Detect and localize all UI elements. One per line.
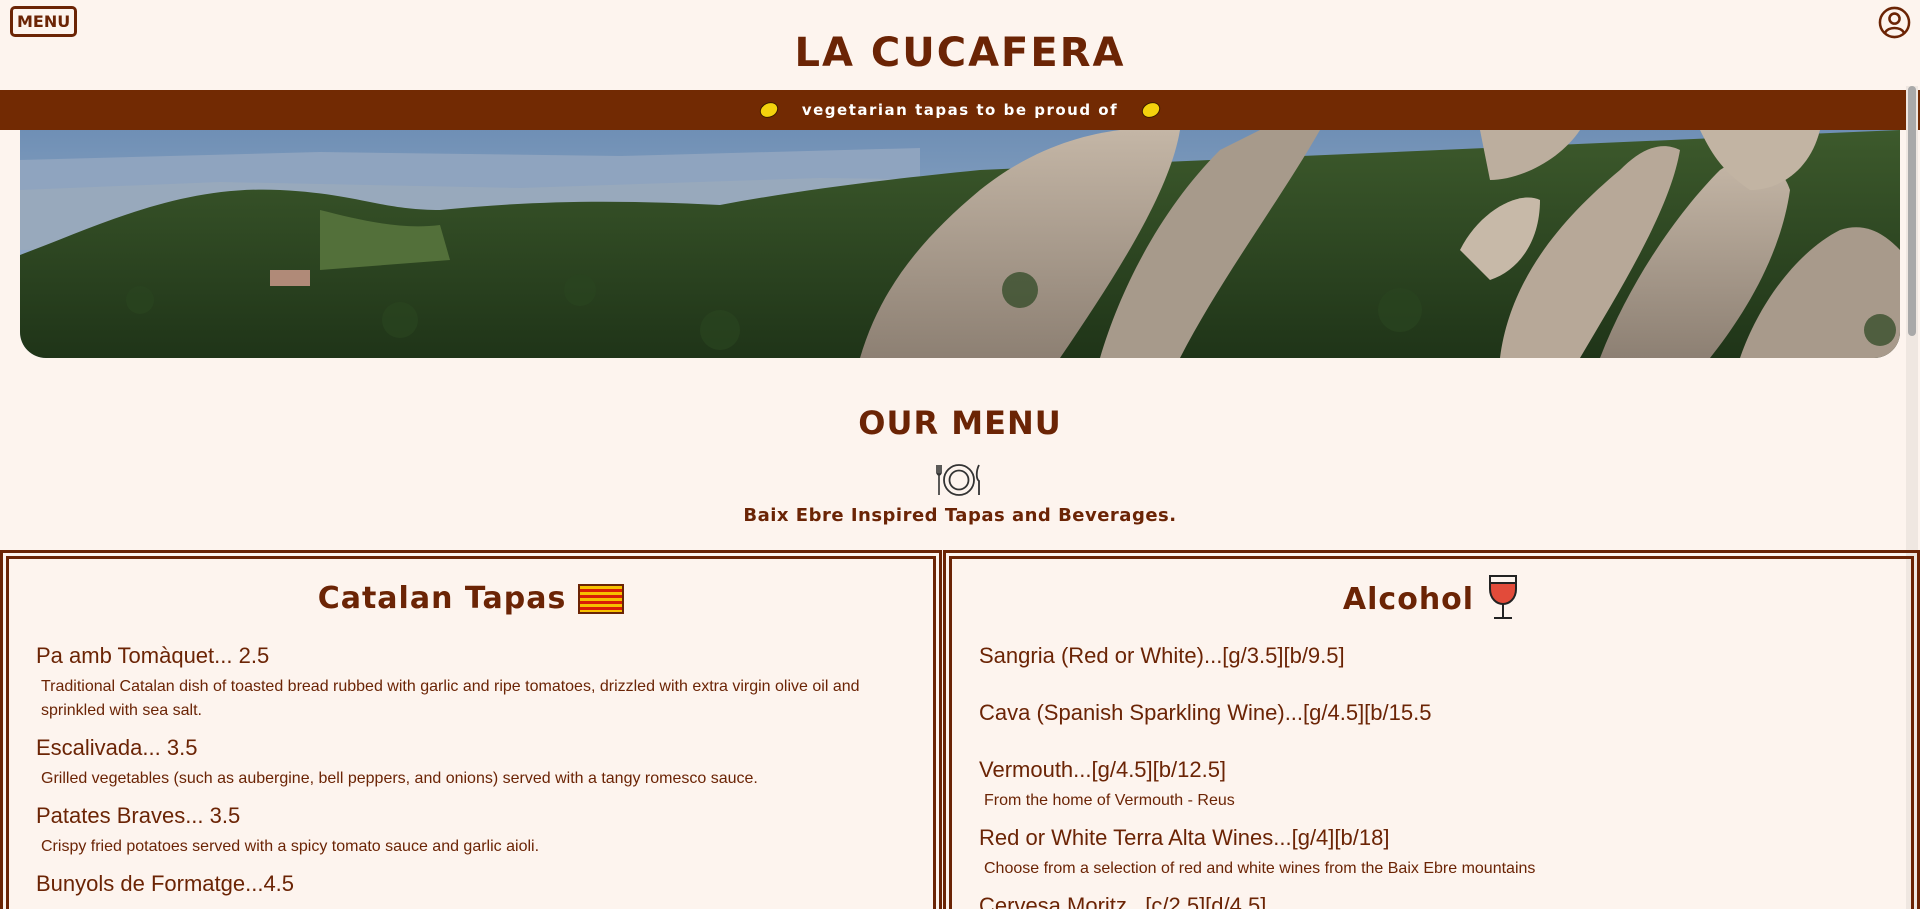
list-item: Vermouth...[g/4.5][b/12.5] From the home… [979, 755, 1871, 813]
tapas-title-text: Catalan Tapas [317, 581, 567, 616]
tagline-text: vegetarian tapas to be proud of [801, 101, 1119, 119]
list-item: Bunyols de Formatge...4.5 [36, 869, 893, 899]
item-name: Bunyols de Formatge...4.5 [36, 871, 295, 896]
user-circle-icon[interactable] [1878, 6, 1911, 39]
hero-image [20, 130, 1900, 358]
tapas-card: Catalan Tapas Pa amb Tomàquet... 2.5 Tra… [0, 550, 942, 909]
alcohol-title-text: Alcohol [1342, 582, 1475, 617]
item-name: Cervesa Moritz...[c/2.5][d/4.5] [979, 893, 1267, 909]
tapas-card-inner: Catalan Tapas Pa amb Tomàquet... 2.5 Tra… [6, 556, 936, 909]
lemon-icon [759, 102, 779, 118]
tagline-banner: vegetarian tapas to be proud of [0, 90, 1920, 130]
item-name: Red or White Terra Alta Wines...[g/4][b/… [979, 825, 1390, 850]
item-name: Patates Braves... 3.5 [36, 803, 241, 828]
item-name: Sangria (Red or White)...[g/3.5][b/9.5] [979, 643, 1345, 668]
catalan-flag-icon [578, 584, 625, 614]
site-title: LA CUCAFERA [794, 30, 1126, 76]
item-name: Vermouth...[g/4.5][b/12.5] [979, 757, 1227, 782]
alcohol-title: Alcohol [952, 575, 1911, 621]
list-item: Escalivada... 3.5 Grilled vegetables (su… [36, 733, 893, 791]
item-name: Pa amb Tomàquet... 2.5 [36, 643, 270, 668]
wine-glass-icon [1489, 575, 1518, 619]
list-item: Patates Braves... 3.5 Crispy fried potat… [36, 801, 893, 859]
item-description: Grilled vegetables (such as aubergine, b… [41, 770, 758, 787]
mountain-landscape-photo [20, 130, 1900, 358]
menu-heading: OUR MENU [858, 404, 1062, 442]
page: MENU LA CUCAFERA vegetarian tapas to be … [0, 0, 1920, 909]
list-item: Cervesa Moritz...[c/2.5][d/4.5] [979, 891, 1871, 909]
lemon-icon [1141, 102, 1161, 118]
item-name: Cava (Spanish Sparkling Wine)...[g/4.5][… [979, 700, 1432, 725]
list-item: Red or White Terra Alta Wines...[g/4][b/… [979, 823, 1871, 881]
scrollbar-thumb[interactable] [1908, 86, 1916, 336]
tapas-title: Catalan Tapas [9, 579, 933, 619]
list-item: Pa amb Tomàquet... 2.5 Traditional Catal… [36, 641, 893, 723]
tapas-list: Pa amb Tomàquet... 2.5 Traditional Catal… [36, 641, 893, 909]
item-description: From the home of Vermouth - Reus [984, 792, 1235, 809]
alcohol-list: Sangria (Red or White)...[g/3.5][b/9.5] … [979, 641, 1871, 909]
header: MENU LA CUCAFERA [0, 0, 1920, 90]
list-item: Sangria (Red or White)...[g/3.5][b/9.5] [979, 641, 1871, 671]
list-item: Cava (Spanish Sparkling Wine)...[g/4.5][… [979, 698, 1871, 728]
item-description: Traditional Catalan dish of toasted brea… [41, 678, 860, 719]
plate-cutlery-icon [936, 464, 980, 496]
item-name: Escalivada... 3.5 [36, 735, 198, 760]
menu-subtitle: Baix Ebre Inspired Tapas and Beverages. [743, 505, 1177, 526]
alcohol-card: Alcohol Sangria (Red or White)...[g/3.5]… [943, 550, 1920, 909]
item-description: Crispy fried potatoes served with a spic… [41, 838, 540, 855]
item-description: Choose from a selection of red and white… [984, 860, 1536, 877]
alcohol-card-inner: Alcohol Sangria (Red or White)...[g/3.5]… [949, 556, 1914, 909]
